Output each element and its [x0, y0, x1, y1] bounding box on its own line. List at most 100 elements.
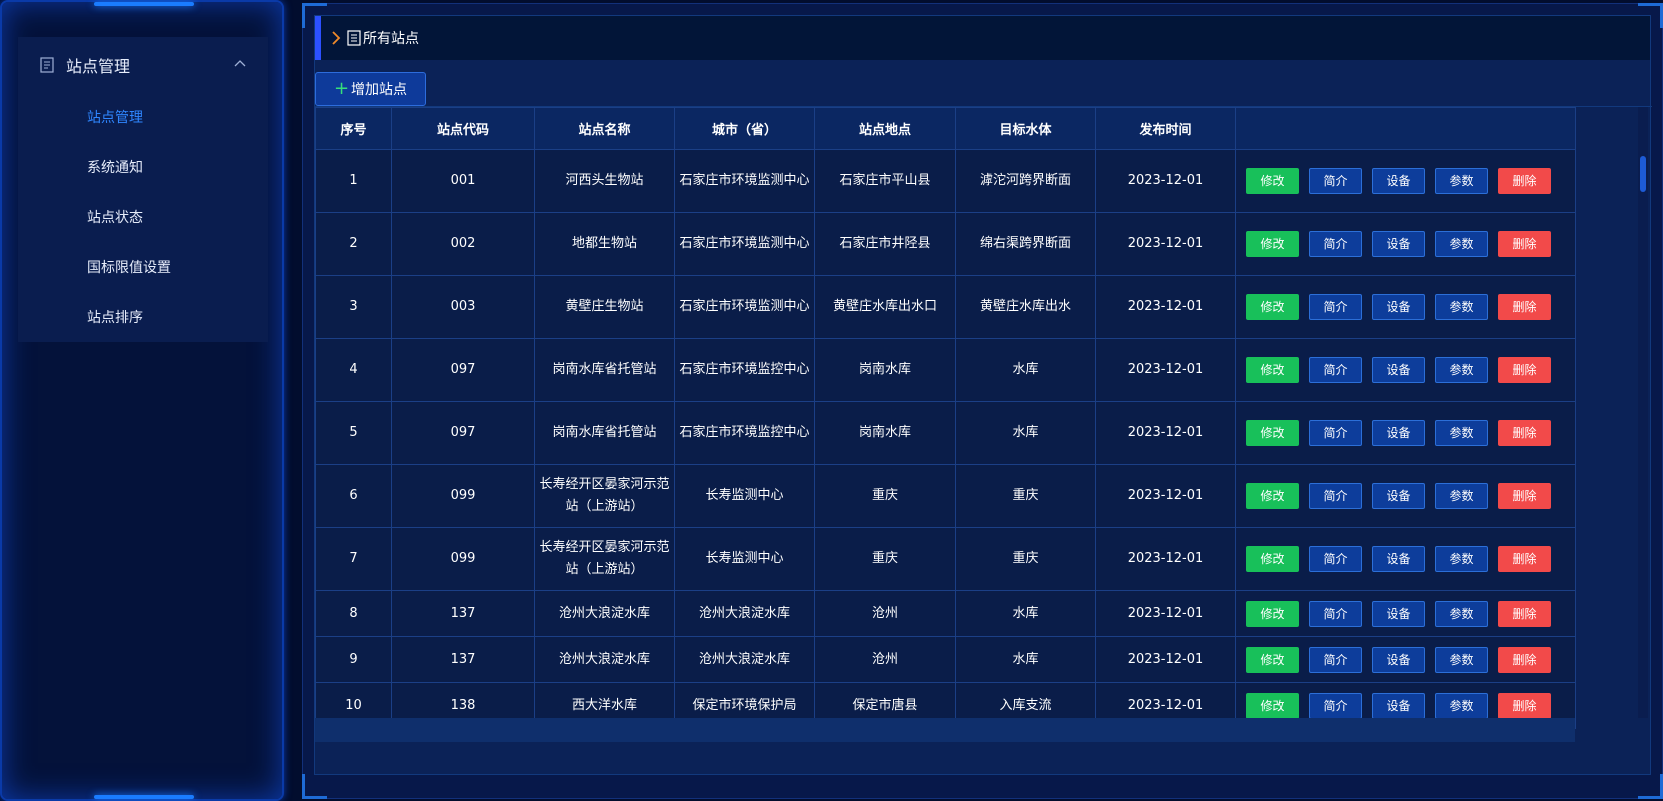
- sidebar-item-4[interactable]: 站点排序: [18, 293, 268, 343]
- device-button[interactable]: 设备: [1372, 357, 1425, 383]
- device-button[interactable]: 设备: [1372, 546, 1425, 572]
- params-button[interactable]: 参数: [1435, 420, 1488, 446]
- table-cell: 重庆: [955, 527, 1096, 591]
- table-cell: 7: [315, 527, 392, 591]
- title-bar: 所有站点: [315, 16, 1650, 60]
- device-button[interactable]: 设备: [1372, 600, 1425, 627]
- intro-button[interactable]: 简介: [1309, 168, 1362, 194]
- table-cell: 黄壁庄水库出水口: [814, 275, 956, 339]
- sidebar-item-2[interactable]: 站点状态: [18, 193, 268, 243]
- delete-button[interactable]: 删除: [1498, 546, 1551, 572]
- delete-button[interactable]: 删除: [1498, 168, 1551, 194]
- table-cell: 5: [315, 401, 392, 465]
- device-button[interactable]: 设备: [1372, 168, 1425, 194]
- delete-button[interactable]: 删除: [1498, 600, 1551, 627]
- edit-button[interactable]: 修改: [1246, 168, 1299, 194]
- table-cell: 石家庄市环境监测中心: [674, 275, 815, 339]
- delete-button[interactable]: 删除: [1498, 231, 1551, 257]
- intro-button[interactable]: 简介: [1309, 231, 1362, 257]
- table-row: 5 097 岗南水库省托管站 石家庄市环境监控中心 岗南水库 水库 2023-12-01 修改…: [315, 401, 1576, 465]
- table-cell: 097: [391, 401, 535, 465]
- intro-button[interactable]: 简介: [1309, 646, 1362, 673]
- table-cell: 3: [315, 275, 392, 339]
- column-header: 站点代码: [391, 107, 535, 150]
- params-button[interactable]: 参数: [1435, 692, 1488, 719]
- table-cell: 长寿监测中心: [674, 464, 815, 528]
- params-button[interactable]: 参数: [1435, 357, 1488, 383]
- table-cell: 重庆: [814, 464, 956, 528]
- title-accent-bar: [315, 16, 321, 60]
- intro-button[interactable]: 简介: [1309, 357, 1362, 383]
- delete-button[interactable]: 删除: [1498, 483, 1551, 509]
- table-cell: 沧州: [814, 590, 956, 637]
- table-cell: 石家庄市井陉县: [814, 212, 956, 276]
- params-button[interactable]: 参数: [1435, 231, 1488, 257]
- edit-button[interactable]: 修改: [1246, 546, 1299, 572]
- edit-button[interactable]: 修改: [1246, 692, 1299, 719]
- table-cell: 石家庄市平山县: [814, 149, 956, 213]
- table-cell: 001: [391, 149, 535, 213]
- row-actions: 修改 简介 设备 参数 删除: [1235, 212, 1576, 276]
- table-cell: 沧州大浪淀水库: [534, 590, 675, 637]
- table-row: 3 003 黄壁庄生物站 石家庄市环境监测中心 黄壁庄水库出水口 黄壁庄水库出水 2023-…: [315, 275, 1576, 339]
- params-button[interactable]: 参数: [1435, 646, 1488, 673]
- device-button[interactable]: 设备: [1372, 646, 1425, 673]
- edit-button[interactable]: 修改: [1246, 357, 1299, 383]
- table-cell: 2023-12-01: [1095, 275, 1236, 339]
- sidebar-group-station-management[interactable]: 站点管理: [18, 37, 268, 93]
- intro-button[interactable]: 简介: [1309, 420, 1362, 446]
- intro-button[interactable]: 简介: [1309, 692, 1362, 719]
- table-cell: 岗南水库: [814, 338, 956, 402]
- edit-button[interactable]: 修改: [1246, 600, 1299, 627]
- edit-button[interactable]: 修改: [1246, 294, 1299, 320]
- table-cell: 2: [315, 212, 392, 276]
- device-button[interactable]: 设备: [1372, 231, 1425, 257]
- params-button[interactable]: 参数: [1435, 600, 1488, 627]
- edit-button[interactable]: 修改: [1246, 420, 1299, 446]
- page-title: 所有站点: [363, 31, 419, 47]
- table-cell: 003: [391, 275, 535, 339]
- edit-button[interactable]: 修改: [1246, 483, 1299, 509]
- table-cell: 黄壁庄水库出水: [955, 275, 1096, 339]
- delete-button[interactable]: 删除: [1498, 294, 1551, 320]
- device-button[interactable]: 设备: [1372, 294, 1425, 320]
- column-header: 序号: [315, 107, 392, 150]
- table-cell: 097: [391, 338, 535, 402]
- device-button[interactable]: 设备: [1372, 483, 1425, 509]
- sidebar-item-0[interactable]: 站点管理: [18, 93, 268, 143]
- delete-button[interactable]: 删除: [1498, 357, 1551, 383]
- row-actions: 修改 简介 设备 参数 删除: [1235, 401, 1576, 465]
- params-button[interactable]: 参数: [1435, 546, 1488, 572]
- horizontal-scrollbar[interactable]: [315, 718, 1575, 742]
- table-cell: 石家庄市环境监控中心: [674, 338, 815, 402]
- add-station-button[interactable]: + 增加站点: [315, 72, 426, 106]
- delete-button[interactable]: 删除: [1498, 646, 1551, 673]
- sidebar-item-1[interactable]: 系统通知: [18, 143, 268, 193]
- intro-button[interactable]: 简介: [1309, 294, 1362, 320]
- intro-button[interactable]: 简介: [1309, 483, 1362, 509]
- row-actions: 修改 简介 设备 参数 删除: [1235, 590, 1576, 637]
- table-cell: 4: [315, 338, 392, 402]
- params-button[interactable]: 参数: [1435, 294, 1488, 320]
- column-header: 目标水体: [955, 107, 1096, 150]
- edit-button[interactable]: 修改: [1246, 646, 1299, 673]
- table-row: 4 097 岗南水库省托管站 石家庄市环境监控中心 岗南水库 水库 2023-12-01 修改…: [315, 338, 1576, 402]
- table-cell: 2023-12-01: [1095, 401, 1236, 465]
- intro-button[interactable]: 简介: [1309, 600, 1362, 627]
- sidebar-item-3[interactable]: 国标限值设置: [18, 243, 268, 293]
- table-row: 2 002 地都生物站 石家庄市环境监测中心 石家庄市井陉县 绵右渠跨界断面 2023-12…: [315, 212, 1576, 276]
- device-button[interactable]: 设备: [1372, 420, 1425, 446]
- device-button[interactable]: 设备: [1372, 692, 1425, 719]
- edit-button[interactable]: 修改: [1246, 231, 1299, 257]
- delete-button[interactable]: 删除: [1498, 692, 1551, 719]
- content-area: 所有站点 + 增加站点 序号 站点代码 站点名称 城市（省） 站点地点 目标水体 发布时间 …: [314, 15, 1652, 775]
- table-cell: 岗南水库省托管站: [534, 338, 675, 402]
- delete-button[interactable]: 删除: [1498, 420, 1551, 446]
- table-cell: 002: [391, 212, 535, 276]
- chevron-up-icon[interactable]: [234, 59, 246, 67]
- table-cell: 2023-12-01: [1095, 464, 1236, 528]
- intro-button[interactable]: 简介: [1309, 546, 1362, 572]
- params-button[interactable]: 参数: [1435, 168, 1488, 194]
- table-cell: 绵右渠跨界断面: [955, 212, 1096, 276]
- params-button[interactable]: 参数: [1435, 483, 1488, 509]
